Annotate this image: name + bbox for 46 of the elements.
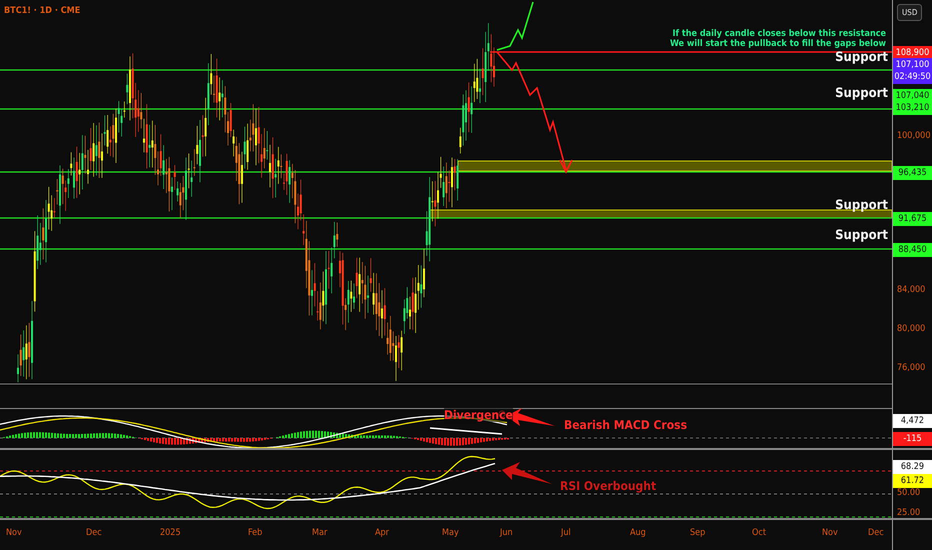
note-text: We will start the pullback to fill the gaps below [670,39,886,49]
indicator-value: -115 [893,432,932,446]
price-tick: 80,000 [897,324,926,334]
cross-marker [498,410,506,418]
time-tick: Nov [6,528,22,538]
time-tick: Dec [868,528,884,538]
time-tick: Apr [375,528,390,538]
note-text: If the daily candle closes below this resistance [672,29,886,39]
divergence-label: Divergence [444,408,513,422]
price-tick: 84,000 [897,285,926,295]
support-label: Support [835,228,888,243]
macd-callout-label: Bearish MACD Cross [564,418,687,432]
currency-button[interactable]: USD [897,4,922,21]
price-tick: 76,000 [897,363,926,373]
time-tick: Feb [248,528,262,538]
bullish-projection-path [496,2,534,51]
price-label-text: 107,040 [896,90,930,102]
support-label: Support [835,198,888,213]
time-tick: Mar [312,528,328,538]
time-tick: May [442,528,459,538]
rsi-tick: 50.00 [897,488,920,498]
time-tick: Oct [752,528,766,538]
price-label-text: 96,435 [898,167,927,179]
rsi-callout-label: RSI Overbought [560,479,656,493]
price-label-text: 103,210 [896,102,930,114]
callout-arrow [502,462,552,484]
time-tick: Nov [822,528,838,538]
symbol-title: BTC1! · 1D · CME [4,6,80,16]
support-label: Support [835,86,888,101]
price-label-text: 107,100 [896,59,930,71]
indicator-value: 61.72 [893,474,932,488]
time-tick: Jul [561,528,571,538]
price-label-text: 02:49:50 [894,71,931,83]
support-label: Support [835,50,888,65]
price-tick: 100,000 [897,131,930,141]
time-tick: Sep [690,528,706,538]
time-tick: 2025 [160,528,181,538]
indicator-value: 4,472 [893,414,932,428]
price-label-text: 88,450 [898,244,927,256]
rsi-tick: 25.00 [897,508,920,518]
price-label-text: 91,675 [898,213,927,225]
time-tick: Dec [86,528,102,538]
indicator-value: 68.29 [893,460,932,474]
time-tick: Jun [500,528,513,538]
price-label-text: 108,900 [896,47,930,59]
time-tick: Aug [630,528,646,538]
